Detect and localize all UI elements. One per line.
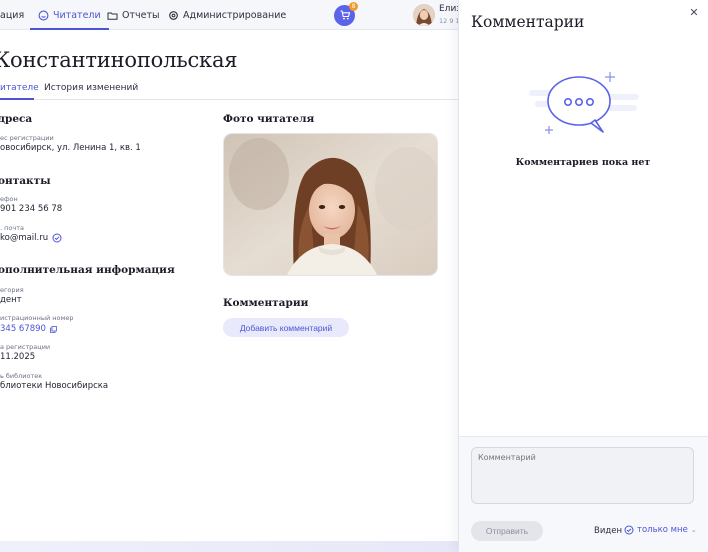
drawer-title: Комментарии — [471, 13, 585, 31]
email-text: ko@mail.ru — [0, 233, 49, 243]
drawer-footer: Отправить Виден только мне ⌄ — [459, 436, 708, 552]
field-label: а регистрации — [0, 343, 51, 351]
field-label: . почта — [0, 224, 24, 232]
field-value-email: ko@mail.ru — [0, 233, 62, 243]
field-label: ес регистрации — [0, 134, 54, 142]
nav-item-admin[interactable]: Администрирование — [168, 0, 286, 30]
section-extra-heading: ополнительная информация — [0, 264, 175, 276]
regnum-text: 345 67890 — [0, 324, 46, 334]
section-address-heading: дреса — [0, 113, 33, 125]
field-label: егория — [0, 286, 24, 294]
tab-reader[interactable]: итателе — [0, 83, 39, 93]
close-icon: ✕ — [689, 5, 699, 19]
field-label: ефон — [0, 195, 18, 203]
field-value-regdate: 11.2025 — [0, 352, 36, 362]
visibility-value: только мне — [637, 525, 688, 535]
comment-input[interactable] — [471, 447, 694, 504]
nav-item-label: Администрирование — [183, 9, 287, 21]
nav-item-partial[interactable]: ация — [0, 0, 24, 30]
visibility-label: Виден — [594, 526, 623, 536]
nav-item-label: Читатели — [53, 9, 101, 21]
nav-item-reports[interactable]: Отчеты — [107, 0, 160, 30]
field-value-phone: 901 234 56 78 — [0, 204, 63, 214]
avatar[interactable] — [413, 4, 435, 26]
cart-badge: 8 — [349, 2, 358, 11]
page-title: Константинопольская — [0, 48, 238, 72]
section-contacts-heading: онтакты — [0, 175, 51, 187]
field-value-regnum[interactable]: 345 67890 — [0, 324, 57, 334]
comments-heading: Комментарии — [223, 297, 309, 309]
tab-history[interactable]: История изменений — [44, 83, 138, 93]
chat-bubble-icon — [521, 68, 646, 140]
field-value-category: дент — [0, 295, 22, 305]
close-button[interactable]: ✕ — [687, 5, 701, 19]
field-label: ь библиотек — [0, 372, 43, 380]
visibility-check-icon — [624, 525, 634, 535]
empty-state-text: Комментариев пока нет — [515, 157, 651, 168]
bottom-strip — [0, 541, 458, 552]
copy-icon[interactable] — [50, 325, 57, 333]
reader-photo — [223, 133, 438, 276]
photo-heading: Фото читателя — [223, 113, 315, 125]
nav-item-readers[interactable]: Читатели — [30, 0, 109, 30]
add-comment-button[interactable]: Добавить комментарий — [223, 318, 349, 337]
folder-icon — [107, 10, 118, 21]
verified-icon — [52, 233, 62, 243]
field-value-library: блиотеки Новосибирска — [0, 381, 109, 391]
comments-drawer: Комментарии ✕ Комментариев пока нет Отпр… — [458, 0, 708, 552]
send-button[interactable]: Отправить — [471, 521, 543, 541]
visibility-select[interactable]: только мне ⌄ — [624, 525, 697, 535]
tab-active-indicator — [0, 98, 34, 100]
field-value-address: овосибирск, ул. Ленина 1, кв. 1 — [0, 143, 141, 153]
chevron-down-icon: ⌄ — [690, 526, 697, 534]
tabs: итателе История изменений — [0, 80, 458, 100]
smile-icon — [38, 10, 49, 21]
field-label: истрационный номер — [0, 314, 74, 322]
nav-item-label: Отчеты — [122, 9, 160, 21]
gear-icon — [168, 10, 179, 21]
nav-item-label: ация — [0, 9, 25, 21]
